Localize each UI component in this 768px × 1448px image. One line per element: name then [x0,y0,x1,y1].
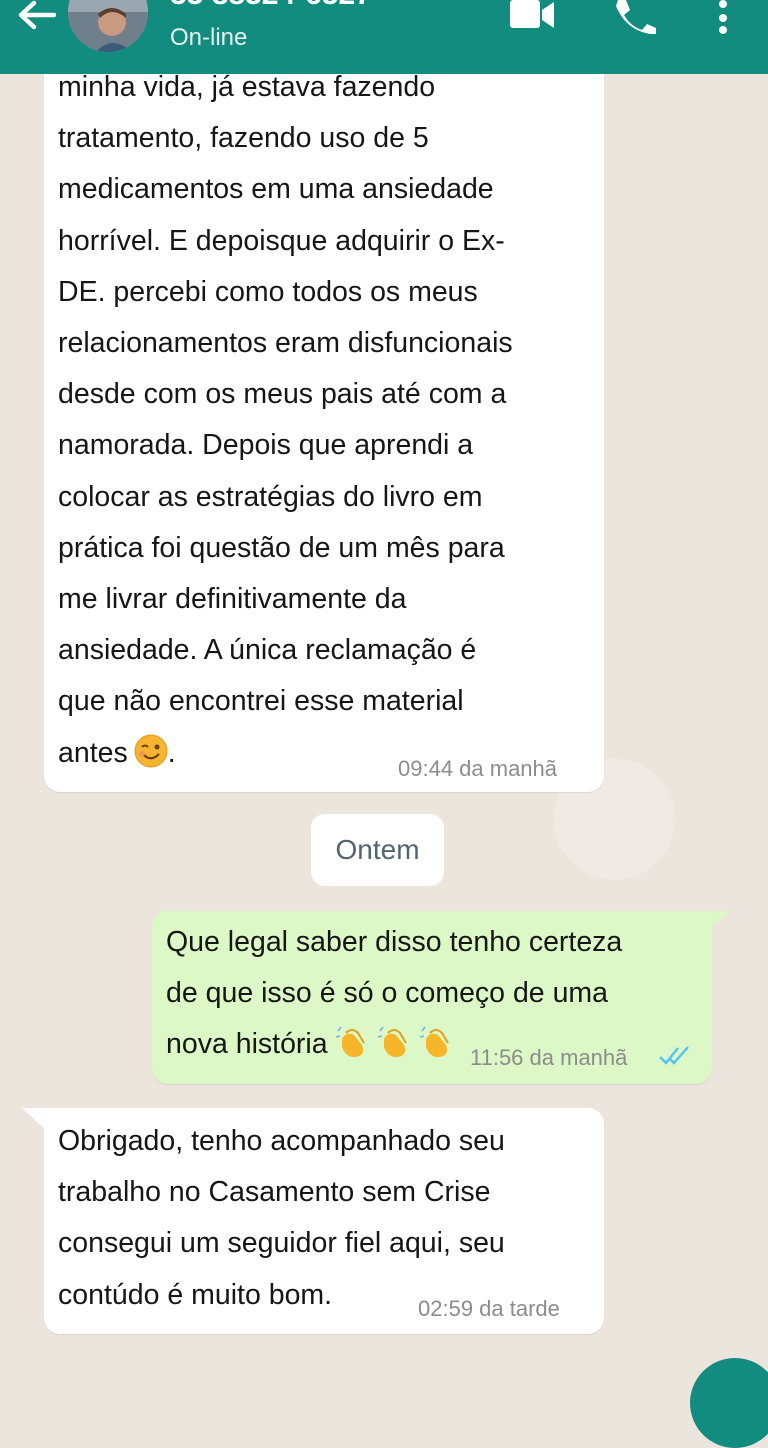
message-text: minha vida, já estava fazendo tratamento… [58,71,513,769]
more-vert-icon[interactable] [712,0,734,36]
message-bubble-incoming[interactable]: Obrigado, tenho acompanhado seu trabalho… [44,1108,604,1334]
contact-name[interactable]: 55 88524-6527 [170,0,372,12]
incoming-bubble-tail [22,1108,46,1130]
message-timestamp: 09:44 da manhã [398,756,558,781]
clapping-hands-emoji-icon [419,1026,449,1058]
message-timestamp: 11:56 da manhã [470,1045,628,1070]
message-bubble-outgoing[interactable]: Que legal saber disso tenho certeza de q… [152,911,712,1084]
date-separator: Ontem [311,814,444,886]
back-arrow-icon[interactable] [14,0,56,34]
message-text: Obrigado, tenho acompanhado seu trabalho… [58,1125,505,1311]
video-call-icon[interactable] [508,0,556,30]
clapping-hands-emoji-icon [377,1026,407,1058]
phone-icon[interactable] [612,0,658,34]
floating-action-button[interactable] [690,1358,768,1448]
double-check-read-icon [659,1046,689,1065]
avatar-photo-icon [68,0,148,52]
message-timestamp: 02:59 da tarde [418,1296,560,1321]
contact-status: On-line [170,24,248,51]
avatar[interactable] [68,0,148,52]
clapping-hands-emoji-icon [335,1026,365,1058]
chat-header: 55 88524-6527 On-line [0,0,768,74]
message-bubble-incoming[interactable]: minha vida, já estava fazendo tratamento… [44,48,604,792]
clapping-hands-emoji-group [328,1026,454,1060]
winking-face-emoji-icon [134,734,168,768]
